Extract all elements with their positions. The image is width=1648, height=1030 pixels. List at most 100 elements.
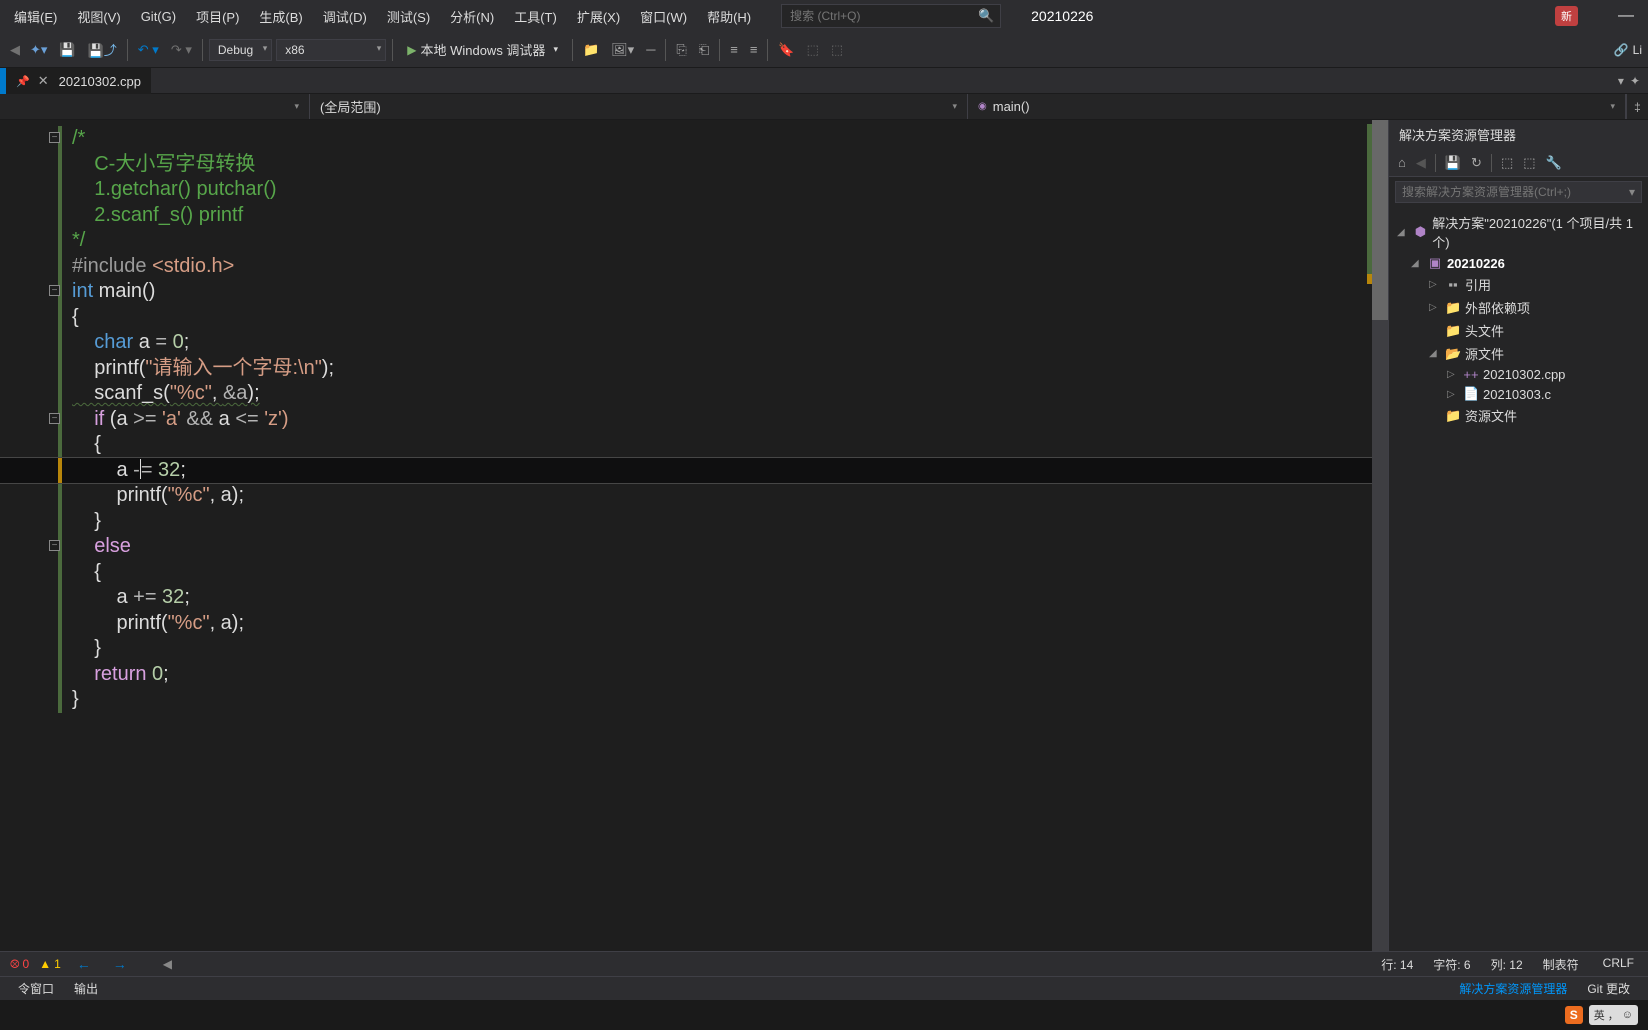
external-deps-node[interactable]: ▷ 📁 外部依赖项 [1389, 296, 1648, 319]
error-count[interactable]: ⮾ 0 [10, 957, 29, 972]
expand-icon[interactable]: ▷ [1447, 369, 1459, 380]
command-window-tab[interactable]: 令窗口 [8, 977, 64, 1000]
global-search[interactable]: 🔍 [781, 4, 1001, 28]
ime-sogou-icon[interactable]: S [1565, 1006, 1583, 1024]
outdent-button[interactable]: ≡ [744, 38, 764, 61]
show-all-icon[interactable]: ⬚ [1498, 153, 1516, 173]
menu-window[interactable]: 窗口(W) [630, 3, 697, 30]
col-indicator[interactable]: 列: 12 [1491, 956, 1523, 973]
close-icon[interactable]: ✕ [38, 73, 49, 89]
menu-project[interactable]: 项目(P) [186, 3, 249, 30]
references-node[interactable]: ▷ ▪▪ 引用 [1389, 273, 1648, 296]
scroll-thumb[interactable] [1372, 120, 1388, 320]
menu-git[interactable]: Git(G) [131, 5, 186, 28]
live-share-button[interactable]: 🔗 Li [1614, 43, 1642, 57]
collapse-icon[interactable]: ⬚ [1520, 153, 1538, 173]
fold-toggle[interactable]: − [49, 413, 60, 424]
menu-build[interactable]: 生成(B) [249, 3, 312, 30]
solution-search-box[interactable]: ▾ [1395, 181, 1642, 203]
minimize-button[interactable]: — [1608, 7, 1644, 25]
solution-node[interactable]: ◢ ⬢ 解决方案"20210226"(1 个项目/共 1 个) [1389, 211, 1648, 253]
project-node[interactable]: ◢ ▣ 20210226 [1389, 253, 1648, 273]
code-text: ( [163, 382, 170, 404]
platform-dropdown[interactable]: x86 [276, 39, 386, 61]
solution-explorer-tab[interactable]: 解决方案资源管理器 [1449, 977, 1577, 1000]
comment-button[interactable]: ⎘ [670, 38, 692, 62]
tool-icon-1[interactable]: 📁 [577, 38, 605, 62]
start-debug-button[interactable]: ▶ 本地 Windows 调试器 ▾ [397, 36, 568, 63]
back-icon[interactable]: ◀ [1413, 153, 1429, 173]
fold-toggle[interactable]: − [49, 285, 60, 296]
expand-icon[interactable]: ▷ [1447, 389, 1459, 400]
lineending-indicator[interactable]: CRLF [1599, 956, 1638, 973]
expand-icon[interactable]: ◢ [1397, 227, 1409, 238]
references-icon: ▪▪ [1445, 277, 1461, 292]
tool-icon-3[interactable]: ─ [640, 38, 661, 61]
menu-help[interactable]: 帮助(H) [697, 3, 761, 30]
tabs-indicator[interactable]: 制表符 [1543, 956, 1579, 973]
file-tab-name[interactable]: 20210302.cpp [59, 68, 151, 94]
tool-icon-2[interactable]: 🖼▾ [605, 38, 640, 62]
sources-node[interactable]: ◢ 📂 源文件 [1389, 342, 1648, 365]
char-indicator[interactable]: 字符: 6 [1433, 956, 1470, 973]
nav-func-dropdown[interactable]: ◉ main() ▾ [968, 94, 1626, 119]
scroll-left-icon[interactable]: ◀ [163, 957, 172, 971]
save-all-icon[interactable]: 💾 [1442, 153, 1464, 173]
bookmark-button[interactable]: 🔖 [772, 38, 800, 62]
config-dropdown[interactable]: Debug [209, 39, 272, 61]
uncomment-button[interactable]: ⎗ [693, 38, 715, 62]
fold-toggle[interactable]: − [49, 132, 60, 143]
expand-icon[interactable]: ▷ [1429, 302, 1441, 313]
pin-icon[interactable]: 📌 [16, 75, 30, 88]
menu-test[interactable]: 测试(S) [377, 3, 440, 30]
indent-button[interactable]: ≡ [724, 38, 744, 61]
code-editor-pane[interactable]: −/* C-大小写字母转换 1.getchar() putchar() 2.sc… [0, 120, 1388, 951]
menu-analyze[interactable]: 分析(N) [440, 3, 504, 30]
warning-count[interactable]: ▲ 1 [39, 957, 61, 971]
properties-icon[interactable]: 🔧 [1543, 153, 1565, 173]
expand-icon[interactable]: ◢ [1411, 258, 1423, 269]
expand-icon[interactable]: ◢ [1429, 348, 1441, 359]
new-badge[interactable]: 新 [1555, 6, 1578, 26]
source-file-node[interactable]: ▷ 📄 20210303.c [1389, 384, 1648, 404]
search-input[interactable] [790, 9, 992, 23]
resources-node[interactable]: 📁 资源文件 [1389, 404, 1648, 427]
undo-button[interactable]: ↶ ▾ [132, 38, 165, 62]
gear-icon[interactable]: ✦ [1630, 74, 1640, 88]
new-item-button[interactable]: ✦▾ [24, 38, 53, 62]
home-icon[interactable]: ⌂ [1395, 153, 1409, 172]
menu-edit[interactable]: 编辑(E) [4, 3, 67, 30]
output-tab[interactable]: 输出 [64, 977, 108, 1000]
refresh-icon[interactable]: ↻ [1468, 153, 1485, 173]
headers-node[interactable]: 📁 头文件 [1389, 319, 1648, 342]
menu-view[interactable]: 视图(V) [67, 3, 130, 30]
prev-issue-button[interactable]: ← [71, 956, 97, 972]
tool-icon-5[interactable]: ⬚ [825, 38, 849, 62]
file-tab[interactable]: 📌 ✕ [6, 68, 59, 94]
code-text: 1.getchar() putchar() [72, 178, 277, 200]
dropdown-icon[interactable]: ▾ [1618, 74, 1624, 88]
redo-button[interactable]: ↷ ▾ [165, 38, 198, 62]
save-all-button[interactable]: 💾⤴ [82, 36, 123, 63]
menu-extensions[interactable]: 扩展(X) [567, 3, 630, 30]
line-indicator[interactable]: 行: 14 [1381, 956, 1413, 973]
source-file-node[interactable]: ▷ ++ 20210302.cpp [1389, 365, 1648, 384]
save-button[interactable]: 💾 [53, 38, 81, 62]
next-issue-button[interactable]: → [107, 956, 133, 972]
git-changes-tab[interactable]: Git 更改 [1577, 977, 1640, 1000]
nav-back-button[interactable]: ◀ [6, 42, 24, 58]
main-area: −/* C-大小写字母转换 1.getchar() putchar() 2.sc… [0, 120, 1648, 951]
nav-scope-dropdown[interactable]: (全局范围) ▾ [310, 94, 968, 119]
expand-icon[interactable]: ▷ [1429, 279, 1441, 290]
fold-toggle[interactable]: − [49, 540, 60, 551]
nav-project-dropdown[interactable]: ▾ [0, 94, 310, 119]
dropdown-icon[interactable]: ▾ [1629, 185, 1635, 199]
scrollbar-vertical[interactable] [1372, 120, 1388, 951]
code-editor[interactable]: −/* C-大小写字母转换 1.getchar() putchar() 2.sc… [0, 120, 1388, 951]
tool-icon-4[interactable]: ⬚ [801, 38, 825, 62]
split-view-button[interactable]: ‡ [1626, 94, 1648, 119]
menu-debug[interactable]: 调试(D) [313, 3, 377, 30]
ime-lang-indicator[interactable]: 英 ， ☺ [1589, 1005, 1638, 1025]
menu-tools[interactable]: 工具(T) [504, 3, 567, 30]
solution-search-input[interactable] [1402, 185, 1629, 199]
